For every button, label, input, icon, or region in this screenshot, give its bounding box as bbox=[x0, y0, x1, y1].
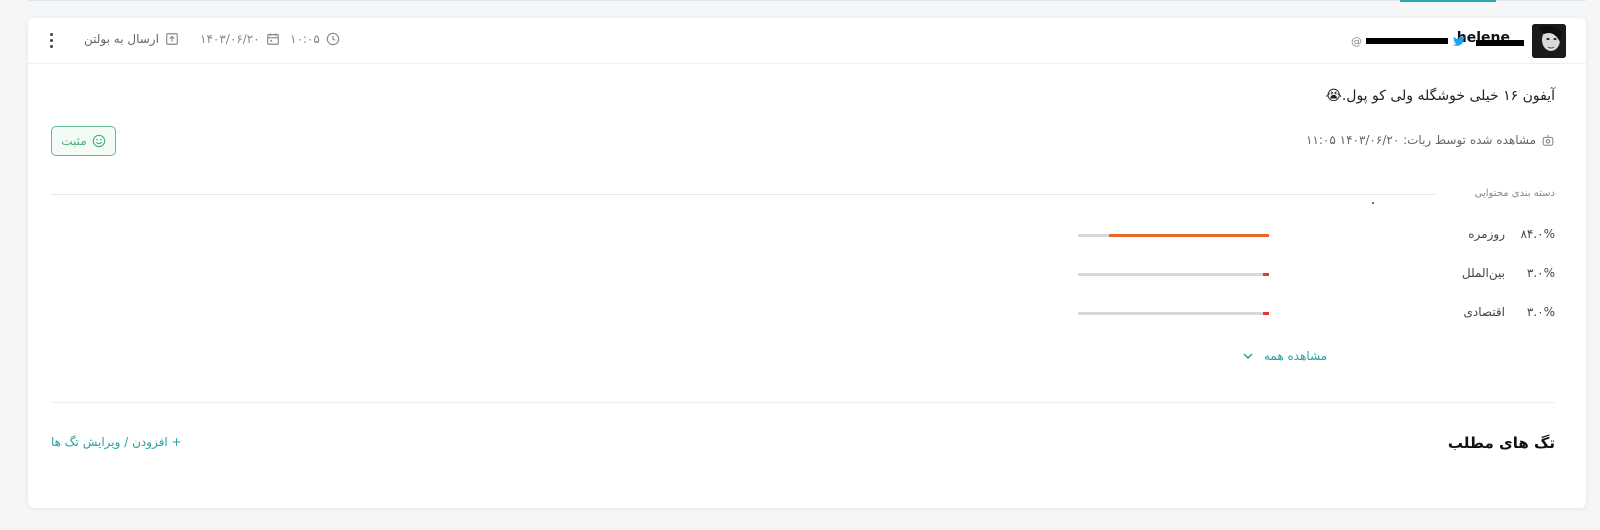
time-text: ۱۰:۰۵ bbox=[290, 32, 320, 46]
category-percent: ۸۴.۰% bbox=[1520, 227, 1555, 241]
sentiment-label: مثبت bbox=[61, 134, 87, 148]
category-label: روزمره bbox=[1468, 227, 1505, 241]
seen-text: مشاهده شده توسط ربات: ۱۴۰۳/۰۶/۲۰ ۱۱:۰۵ bbox=[1305, 133, 1536, 147]
post-time: ۱۰:۰۵ bbox=[290, 32, 340, 46]
tags-title: تگ های مطلب bbox=[1447, 434, 1555, 452]
smile-icon bbox=[92, 134, 105, 148]
category-bar-track bbox=[1078, 273, 1269, 276]
category-bar-fill bbox=[1108, 234, 1269, 237]
category-row: ۳.۰% بین‌الملل bbox=[1055, 264, 1555, 284]
see-all-label: مشاهده همه bbox=[1264, 349, 1328, 363]
avatar[interactable] bbox=[1532, 24, 1566, 58]
category-bar-fill bbox=[1263, 273, 1269, 276]
category-percent: ۳.۰% bbox=[1526, 305, 1555, 319]
category-bar-track bbox=[1078, 312, 1269, 315]
post-text: آیفون ۱۶ خیلی خوشگله ولی کو پول. bbox=[1341, 88, 1555, 104]
send-to-bulletin-label: ارسال به بولتن bbox=[84, 32, 159, 46]
category-bar-fill bbox=[1263, 312, 1269, 315]
category-bar-track bbox=[1078, 234, 1269, 237]
crying-emoji-icon: 😭 bbox=[1325, 88, 1342, 104]
dot-mark bbox=[1372, 202, 1374, 204]
categories-title: دسته بندی محتوایی bbox=[1474, 188, 1555, 199]
category-row: ۳.۰% اقتصادی bbox=[1055, 303, 1555, 323]
clock-icon bbox=[326, 32, 340, 46]
chevron-down-icon bbox=[1243, 353, 1253, 360]
categories-divider bbox=[51, 194, 1435, 195]
username-redaction bbox=[1476, 40, 1524, 46]
user-handle[interactable]: @ bbox=[1351, 33, 1466, 49]
category-percent: ۳.۰% bbox=[1526, 266, 1555, 280]
category-label: اقتصادی bbox=[1463, 305, 1506, 319]
twitter-icon bbox=[1453, 36, 1465, 46]
active-tab-indicator bbox=[1400, 0, 1496, 2]
seen-by-bot: مشاهده شده توسط ربات: ۱۴۰۳/۰۶/۲۰ ۱۱:۰۵ bbox=[1306, 133, 1555, 147]
category-label: بین‌الملل bbox=[1461, 266, 1505, 280]
edit-tags-link[interactable]: + افزودن / ویرایش تگ ها bbox=[51, 435, 182, 449]
top-divider bbox=[28, 0, 1586, 1]
calendar-icon bbox=[266, 33, 279, 45]
post-date: ۱۴۰۳/۰۶/۲۰ bbox=[200, 32, 280, 46]
sentiment-badge[interactable]: مثبت bbox=[51, 126, 116, 156]
post-body: آیفون ۱۶ خیلی خوشگله ولی کو پول.😭 bbox=[1325, 88, 1555, 104]
handle-redaction bbox=[1366, 38, 1448, 44]
post-card: helene @ ۱۰:۰۵ ۱۴۰۳/۰۶/۲۰ ارسال به بولتن… bbox=[28, 18, 1586, 508]
see-all-button[interactable]: مشاهده همه bbox=[1242, 349, 1327, 363]
date-text: ۱۴۰۳/۰۶/۲۰ bbox=[200, 32, 260, 46]
upload-icon bbox=[166, 33, 178, 45]
section-divider bbox=[51, 402, 1555, 403]
handle-text: @ bbox=[1351, 34, 1362, 48]
more-options-icon[interactable] bbox=[46, 30, 56, 52]
post-header: helene @ ۱۰:۰۵ ۱۴۰۳/۰۶/۲۰ ارسال به بولتن bbox=[28, 18, 1586, 64]
robot-icon bbox=[1542, 134, 1554, 146]
category-row: ۸۴.۰% روزمره bbox=[1055, 225, 1555, 245]
send-to-bulletin-button[interactable]: ارسال به بولتن bbox=[84, 32, 179, 46]
